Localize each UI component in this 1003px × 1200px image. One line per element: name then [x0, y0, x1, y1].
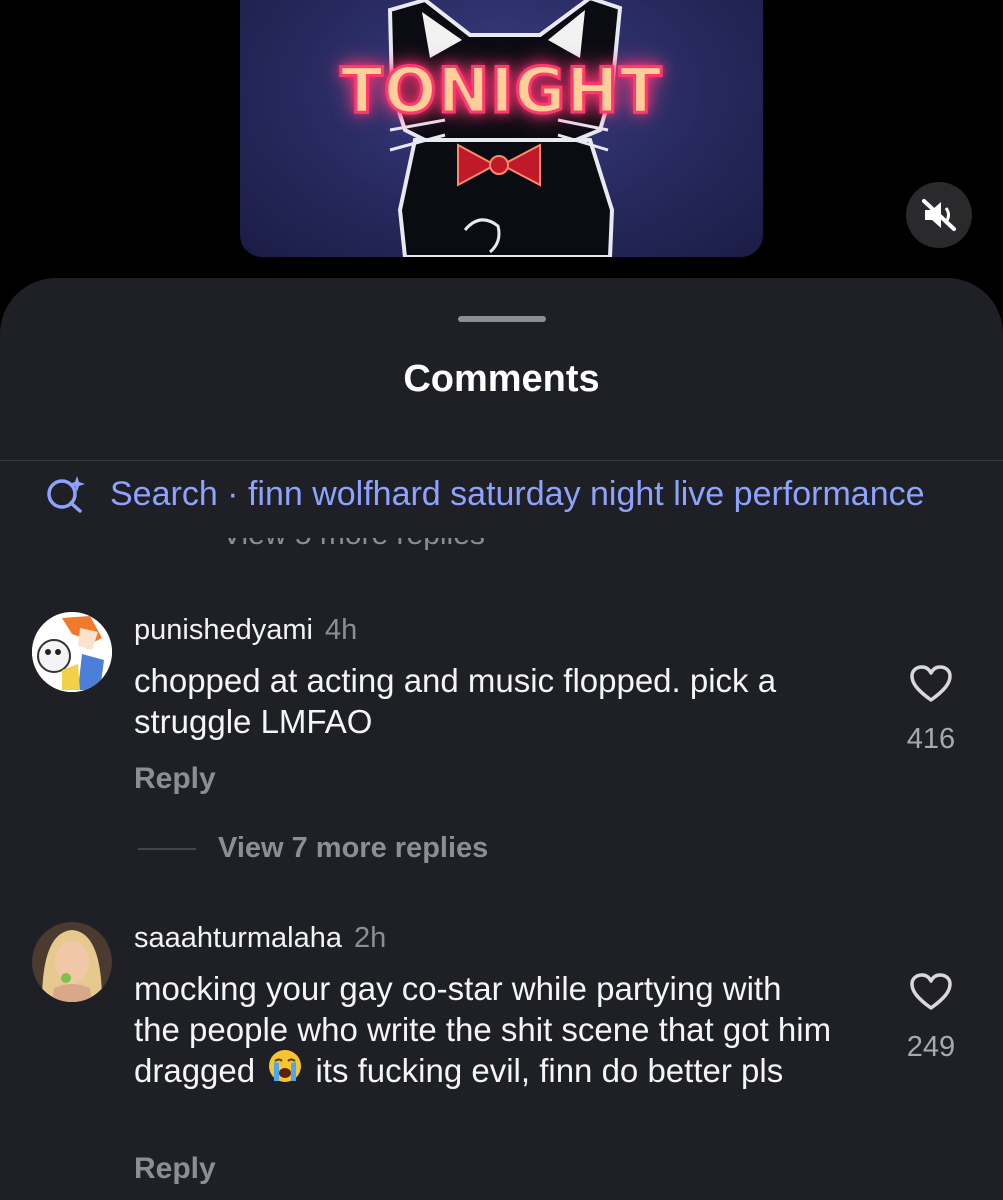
- comment-text: chopped at acting and music flopped. pic…: [134, 662, 777, 740]
- search-suggestion-text: Search · finn wolfhard saturday night li…: [110, 474, 925, 513]
- comment-header: saaahturmalaha 2h: [134, 922, 386, 955]
- username[interactable]: saaahturmalaha: [134, 922, 342, 954]
- reply-button[interactable]: Reply: [134, 1152, 216, 1186]
- speaker-muted-icon: [922, 199, 956, 231]
- avatar[interactable]: [32, 612, 112, 692]
- avatar[interactable]: [32, 922, 112, 1002]
- mute-button[interactable]: [906, 182, 972, 248]
- sparkle-search-icon: [47, 476, 85, 513]
- thread-line: [138, 847, 196, 850]
- drag-handle[interactable]: [458, 316, 546, 322]
- like-count: 416: [906, 723, 956, 755]
- view-more-replies[interactable]: View 7 more replies: [138, 832, 488, 865]
- cut-off-view-replies: View 5 more replies: [222, 538, 522, 554]
- cat-illustration: [387, 0, 623, 257]
- comment-text: mocking your gay co-star while partying …: [134, 968, 834, 1092]
- heart-icon[interactable]: [909, 972, 953, 1012]
- timestamp: 4h: [325, 614, 358, 646]
- divider: [0, 460, 1003, 461]
- neon-title: TONIGHT: [339, 53, 663, 129]
- like-group: 249: [896, 972, 966, 1064]
- video-preview[interactable]: TONIGHT: [240, 0, 763, 257]
- reply-button[interactable]: Reply: [134, 762, 216, 796]
- like-count: 249: [906, 1031, 956, 1063]
- like-group: 416: [896, 664, 966, 756]
- comment-header: punishedyami 4h: [134, 614, 357, 647]
- search-suggestion[interactable]: Search · finn wolfhard saturday night li…: [44, 472, 925, 516]
- loudly-crying-face-icon: [268, 1049, 302, 1092]
- username[interactable]: punishedyami: [134, 614, 313, 646]
- heart-icon[interactable]: [909, 664, 953, 704]
- sheet-title: Comments: [403, 358, 600, 400]
- timestamp: 2h: [354, 922, 387, 954]
